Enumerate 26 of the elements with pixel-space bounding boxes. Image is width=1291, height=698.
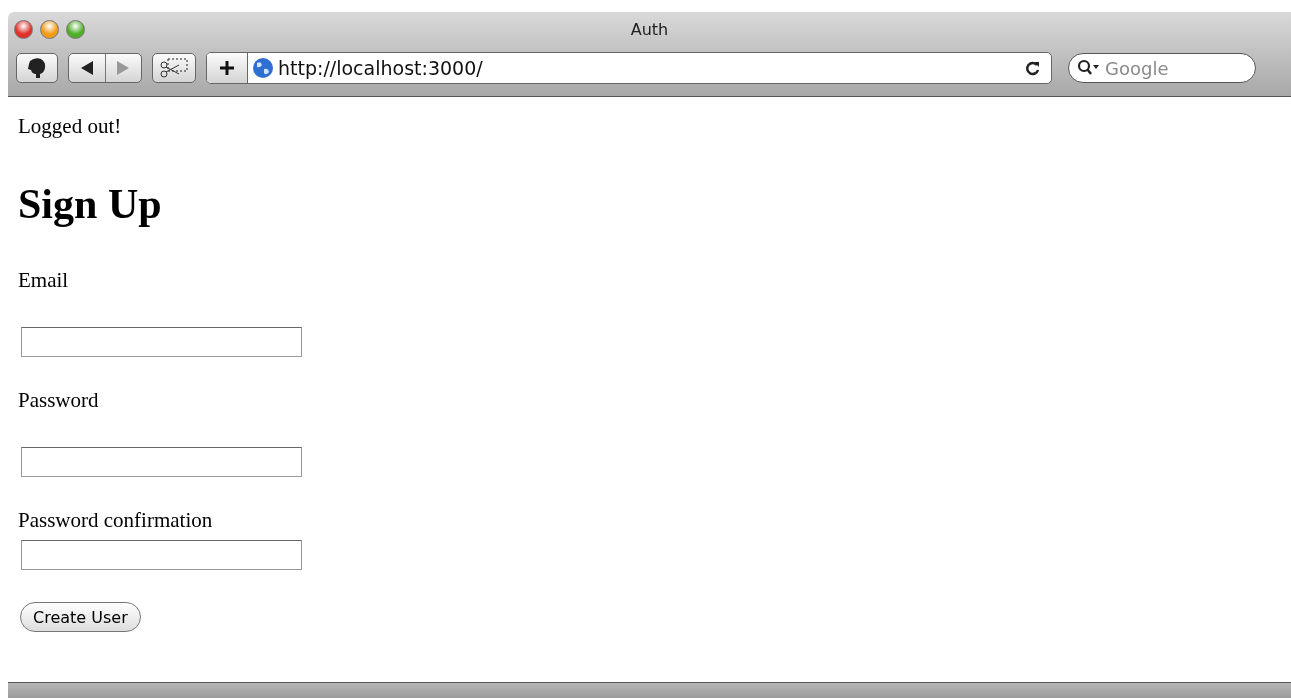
add-bookmark-button[interactable] xyxy=(207,53,248,83)
field-label: Password xyxy=(18,388,100,412)
close-button[interactable] xyxy=(14,20,33,39)
search-icon xyxy=(1077,59,1099,77)
input-field[interactable] xyxy=(21,540,302,570)
address-bar[interactable]: http://localhost:3000/ xyxy=(206,52,1052,84)
page-heading: Sign Up xyxy=(18,180,163,228)
plus-icon xyxy=(219,60,235,76)
create-user-button[interactable]: Create User xyxy=(20,602,141,632)
input-field[interactable] xyxy=(21,447,302,477)
search-field[interactable]: Google xyxy=(1068,53,1256,83)
input-field[interactable] xyxy=(21,327,302,357)
window-title: Auth xyxy=(630,19,669,39)
field-label: Password confirmation xyxy=(18,508,214,532)
search-input[interactable]: Google xyxy=(1103,56,1247,80)
scissors-icon xyxy=(159,57,189,79)
clip-button[interactable] xyxy=(152,53,196,83)
reload-icon[interactable] xyxy=(1025,60,1041,76)
forward-icon xyxy=(117,61,130,75)
globe-icon xyxy=(252,57,274,79)
zoom-button[interactable] xyxy=(66,20,85,39)
address-field[interactable]: http://localhost:3000/ xyxy=(274,57,1025,79)
flash-message: Logged out! xyxy=(18,114,123,138)
minimize-button[interactable] xyxy=(40,20,59,39)
field-label: Email xyxy=(18,268,70,292)
back-icon xyxy=(80,61,93,75)
